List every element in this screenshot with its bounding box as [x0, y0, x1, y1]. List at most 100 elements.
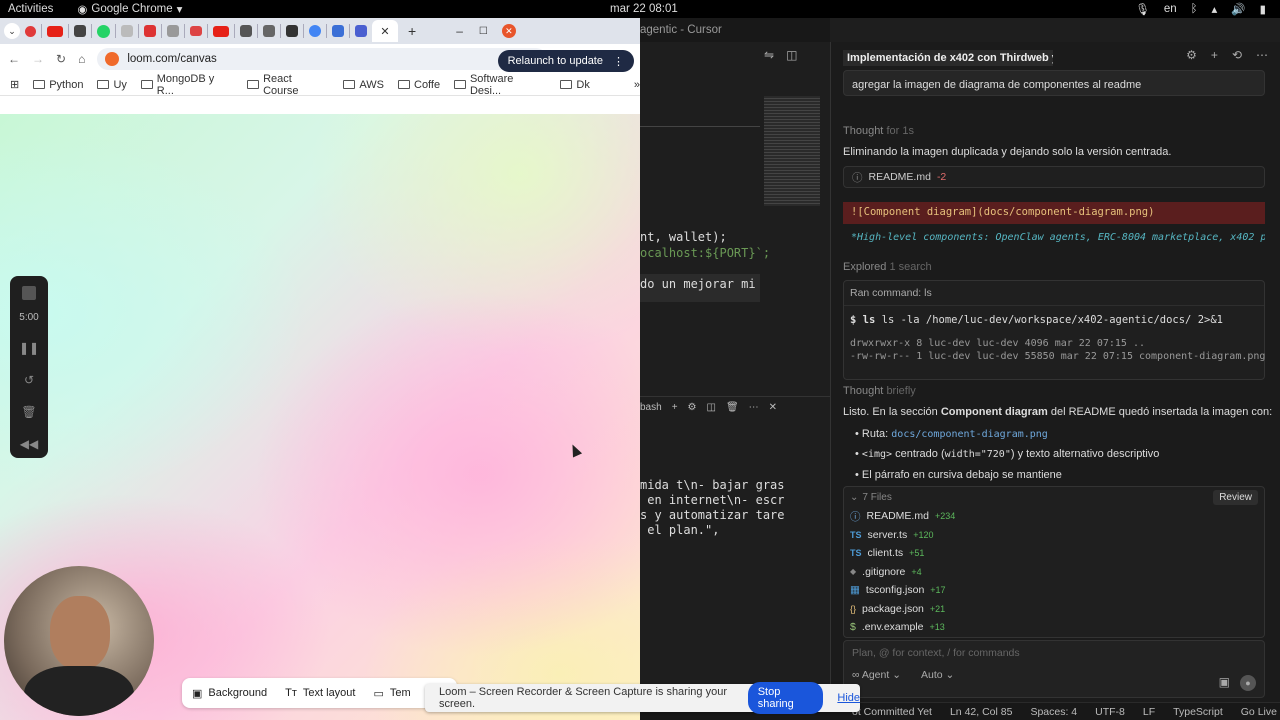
tab-icon[interactable]: [25, 25, 36, 37]
youtube-icon[interactable]: [213, 25, 229, 37]
file-item[interactable]: ▦ tsconfig.json +17: [850, 581, 1264, 600]
cursor-position[interactable]: Ln 42, Col 85: [950, 706, 1012, 718]
file-item[interactable]: $ .env.example +13: [850, 618, 1264, 637]
tab-icon[interactable]: [144, 25, 156, 37]
maximize-icon[interactable]: ☐: [479, 26, 488, 37]
webcam-bubble[interactable]: [4, 566, 154, 716]
split-terminal-icon[interactable]: ◫: [707, 402, 716, 413]
history-icon[interactable]: ⟲: [1232, 48, 1242, 62]
thought-label[interactable]: Thought: [843, 385, 883, 397]
terminal-label[interactable]: bash: [640, 402, 662, 413]
add-terminal-icon[interactable]: +: [672, 402, 678, 413]
file-name: package.json: [862, 602, 924, 615]
system-tray[interactable]: 🎙 en ᛒ ▴ 🔊 ▮: [1135, 2, 1266, 16]
encoding[interactable]: UTF-8: [1095, 706, 1125, 718]
editor-title-bar: agentic - Cursor: [640, 18, 830, 42]
background-button[interactable]: ▣ Background: [192, 687, 267, 700]
google-icon[interactable]: [309, 25, 321, 37]
bookmark-item[interactable]: Coffe: [398, 79, 440, 91]
bookmark-item[interactable]: Python: [33, 79, 83, 91]
site-icon: [105, 52, 120, 66]
thought-label[interactable]: Thought: [843, 125, 883, 137]
stop-sharing-button[interactable]: Stop sharing: [747, 682, 824, 714]
image-icon[interactable]: ▣: [1219, 675, 1230, 691]
tab-icon[interactable]: [167, 25, 179, 37]
whatsapp-icon[interactable]: [97, 24, 110, 38]
close-icon[interactable]: ✕: [769, 402, 777, 413]
diff-file-header[interactable]: ⓘ README.md -2: [843, 166, 1265, 188]
file-item[interactable]: ⓘ README.md +234: [850, 507, 1264, 526]
back-icon[interactable]: ←: [8, 52, 20, 66]
chat-title[interactable]: Implementación de x402 con Thirdweb y Av…: [843, 50, 1053, 66]
chat-input[interactable]: Plan, @ for context, / for commands ∞ Ag…: [843, 640, 1265, 698]
close-window-button[interactable]: ✕: [501, 24, 516, 38]
app-menu[interactable]: ◉ Google Chrome ▾: [77, 2, 182, 16]
address-bar[interactable]: loom.com/canvas: [97, 48, 548, 70]
home-icon[interactable]: ⌂: [78, 52, 85, 66]
minimize-icon[interactable]: –: [456, 24, 463, 38]
more-icon[interactable]: ⋯: [1256, 48, 1268, 62]
file-item[interactable]: TS server.ts +120: [850, 526, 1264, 545]
bullet-code[interactable]: docs/component-diagram.png: [891, 429, 1048, 440]
tab-icon[interactable]: [355, 25, 367, 37]
activities-button[interactable]: Activities: [8, 3, 53, 15]
user-prompt[interactable]: agregar la imagen de diagrama de compone…: [843, 70, 1265, 96]
new-tab-button[interactable]: +: [408, 23, 416, 39]
youtube-icon[interactable]: [47, 25, 63, 37]
microphone-icon[interactable]: ●: [1240, 675, 1256, 691]
file-item[interactable]: TS client.ts +51: [850, 544, 1264, 563]
bookmark-item[interactable]: Dk: [560, 79, 590, 91]
text-layout-button[interactable]: Tт Text layout: [285, 687, 355, 699]
bookmark-item[interactable]: React Course: [247, 73, 329, 97]
layout-icon[interactable]: ◫: [786, 48, 797, 62]
lang-indicator[interactable]: en: [1164, 3, 1177, 15]
collapse-icon[interactable]: ◀◀: [20, 437, 38, 451]
reload-icon[interactable]: ↻: [56, 52, 66, 66]
model-select[interactable]: Auto ⌄: [921, 669, 954, 681]
review-button[interactable]: Review: [1213, 490, 1258, 505]
files-header[interactable]: ⌄ 7 Files: [844, 487, 1264, 507]
restart-icon[interactable]: ↺: [24, 373, 34, 387]
more-icon[interactable]: ⋯: [749, 402, 759, 413]
gmail-icon[interactable]: [190, 26, 202, 36]
bookmark-item[interactable]: AWS: [343, 79, 384, 91]
tab-icon[interactable]: [240, 25, 252, 37]
notion-icon[interactable]: [286, 25, 298, 37]
trash-icon[interactable]: 🗑: [21, 405, 36, 419]
pause-icon[interactable]: ❚❚: [19, 341, 39, 355]
trash-icon[interactable]: 🗑: [726, 402, 739, 413]
forward-icon[interactable]: →: [32, 52, 44, 66]
bookmark-item[interactable]: Software Desi...: [454, 73, 546, 97]
split-icon[interactable]: ⇋: [764, 48, 774, 62]
git-status[interactable]: ot Committed Yet: [852, 706, 932, 718]
active-tab[interactable]: ✕: [372, 20, 398, 42]
templates-button[interactable]: ▭ Tem: [373, 687, 410, 700]
bookmark-item[interactable]: MongoDB y R...: [140, 73, 233, 97]
stop-record-button[interactable]: [22, 286, 36, 300]
tab-icon[interactable]: [263, 25, 275, 37]
tab-icon[interactable]: [332, 25, 344, 37]
indentation[interactable]: Spaces: 4: [1030, 706, 1077, 718]
command-header[interactable]: Ran command: ls: [844, 281, 1264, 306]
explored-label[interactable]: Explored: [843, 261, 886, 273]
plus-icon[interactable]: +: [1211, 48, 1218, 62]
tab-search-icon[interactable]: ⌄: [4, 23, 20, 39]
bullet-label: Ruta:: [861, 428, 889, 440]
file-item[interactable]: ◆ .gitignore +4: [850, 563, 1264, 582]
close-icon[interactable]: ✕: [380, 25, 389, 38]
gear-icon[interactable]: ⚙: [688, 402, 697, 413]
clock[interactable]: mar 22 08:01: [610, 3, 678, 15]
apps-icon[interactable]: ⊞: [10, 78, 19, 91]
line-ending[interactable]: LF: [1143, 706, 1155, 718]
file-item[interactable]: {} package.json +21: [850, 600, 1264, 619]
go-live-button[interactable]: Go Live: [1241, 706, 1277, 718]
agent-mode-select[interactable]: ∞ Agent ⌄: [852, 669, 901, 681]
gear-icon[interactable]: ⚙: [1186, 48, 1197, 62]
language-mode[interactable]: TypeScript: [1173, 706, 1223, 718]
hide-button[interactable]: Hide: [837, 692, 860, 704]
tab-icon[interactable]: [74, 25, 86, 37]
tab-icon[interactable]: [121, 25, 133, 37]
bookmark-item[interactable]: Uy: [97, 79, 127, 91]
relaunch-button[interactable]: Relaunch to update ⋮: [497, 50, 634, 72]
command-args: ls -la /home/luc-dev/workspace/x402-agen…: [881, 314, 1223, 326]
